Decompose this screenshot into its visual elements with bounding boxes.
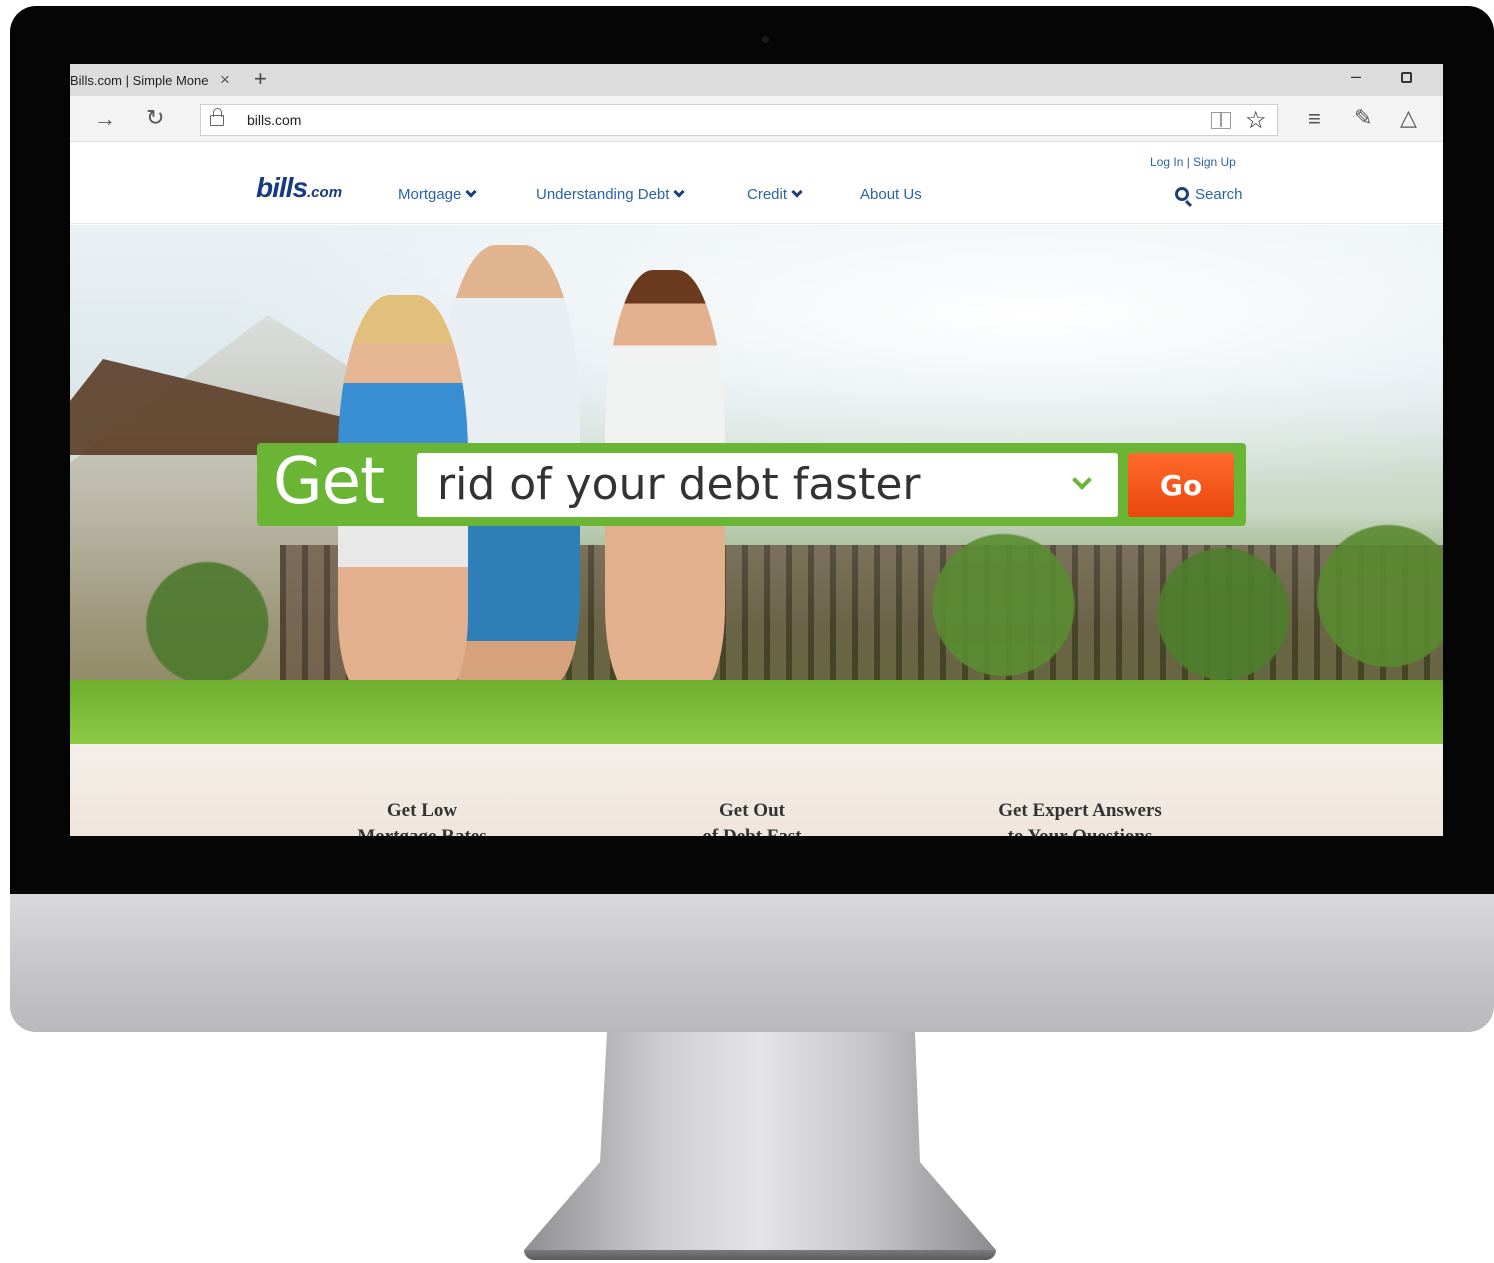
hero-image: Get rid of your debt faster Go (70, 225, 1443, 744)
chevron-down-icon (1072, 470, 1092, 490)
nav-credit[interactable]: Credit (747, 186, 803, 203)
monitor-stand-base (524, 1250, 996, 1260)
restore-icon[interactable] (1401, 72, 1412, 83)
new-tab-icon[interactable]: + (254, 66, 267, 92)
camera-dot (762, 36, 769, 43)
nav-about-us[interactable]: About Us (860, 186, 922, 203)
grass (70, 680, 1443, 744)
search-label: Search (1195, 186, 1243, 203)
search-link[interactable]: Search (1175, 185, 1243, 203)
teaser-line1: Get Low (386, 800, 458, 821)
url-text[interactable]: bills.com (247, 112, 301, 128)
close-tab-icon[interactable]: × (220, 70, 230, 90)
favorite-star-icon[interactable]: ☆ (1245, 106, 1267, 135)
reading-view-icon[interactable] (1211, 112, 1231, 129)
forward-icon[interactable]: → (94, 108, 116, 130)
nav-understanding-debt[interactable]: Understanding Debt (536, 186, 686, 203)
site-header: bills.com Mortgage Understanding Debt Cr… (70, 142, 1443, 224)
nav-label: Mortgage (398, 186, 462, 203)
chevron-down-icon (673, 186, 686, 198)
monitor-chin (10, 894, 1494, 1032)
share-icon[interactable]: △ (1400, 107, 1417, 129)
nav-mortgage[interactable]: Mortgage (398, 186, 478, 203)
browser-toolbar: → ↻ bills.com ☆ ≡ ✎ △ (70, 96, 1443, 142)
search-icon (1175, 187, 1189, 201)
logo-suffix: .com (307, 184, 343, 201)
bushes (70, 515, 1443, 695)
address-bar[interactable]: bills.com ☆ (200, 104, 1278, 136)
browser-tab[interactable]: Bills.com | Simple Mone × (70, 64, 240, 96)
monitor-stand (524, 1032, 996, 1258)
teaser-line2: to Your Questions (970, 824, 1190, 836)
tab-title: Bills.com | Simple Mone (70, 72, 209, 88)
teaser-line1: Get Out (719, 800, 785, 821)
feature-teaser: Get Low Mortgage Rates Get Out of Debt F… (70, 744, 1443, 836)
get-label: Get (273, 445, 385, 519)
nav-label: Credit (747, 186, 788, 203)
goal-dropdown[interactable]: rid of your debt faster (417, 453, 1118, 517)
go-button[interactable]: Go (1128, 453, 1234, 517)
nav-label: Understanding Debt (536, 186, 670, 203)
web-note-icon[interactable]: ✎ (1354, 107, 1372, 129)
login-signup-link[interactable]: Log In | Sign Up (1150, 155, 1236, 169)
teaser-answers[interactable]: Get Expert Answers to Your Questions (970, 798, 1190, 836)
refresh-icon[interactable]: ↻ (146, 107, 164, 129)
teaser-mortgage[interactable]: Get Low Mortgage Rates (332, 798, 512, 836)
chevron-down-icon (465, 186, 478, 198)
chevron-down-icon (791, 186, 803, 198)
minimize-icon[interactable]: – (1351, 66, 1361, 87)
goal-dropdown-value: rid of your debt faster (437, 459, 921, 510)
teaser-line2: Mortgage Rates (332, 824, 512, 836)
hub-icon[interactable]: ≡ (1308, 108, 1321, 130)
teaser-line1: Get Expert Answers (998, 800, 1162, 821)
teaser-debt[interactable]: Get Out of Debt Fast (662, 798, 842, 836)
lock-icon (210, 108, 224, 126)
bills-logo[interactable]: bills.com (256, 172, 342, 204)
goal-selector-bar: Get rid of your debt faster Go (257, 443, 1246, 526)
browser-window: Bills.com | Simple Mone × + – → ↻ bills.… (70, 64, 1443, 836)
teaser-line2: of Debt Fast (662, 824, 842, 836)
nav-label: About Us (860, 186, 922, 203)
tab-bar: Bills.com | Simple Mone × + – (70, 64, 1443, 96)
logo-text: bills (256, 172, 308, 203)
